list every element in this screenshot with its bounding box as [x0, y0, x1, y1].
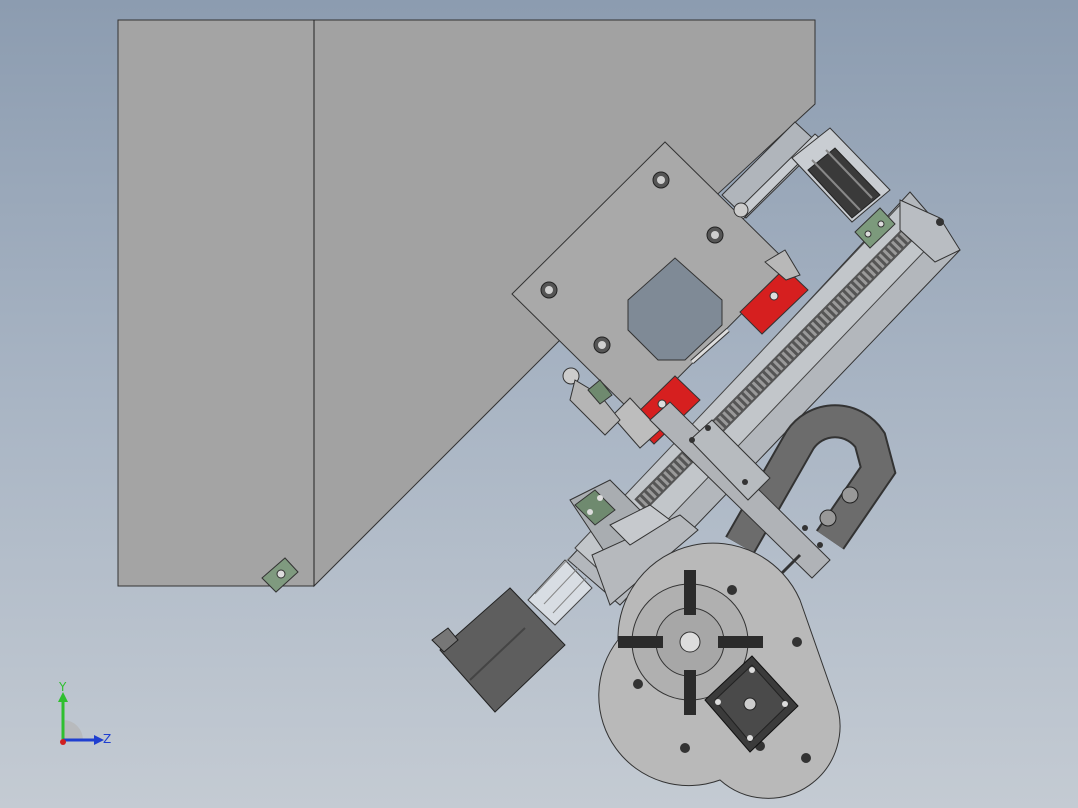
housing-clip-screw: [276, 569, 286, 579]
chuck-jaw: [618, 636, 663, 648]
cad-graphics-area[interactable]: Y Z: [0, 0, 1078, 808]
chuck-jaw: [684, 670, 696, 715]
triad-rotation-arc: [63, 720, 83, 740]
triad-x-axis: [60, 739, 66, 745]
triad-z-label: Z: [103, 732, 111, 746]
chuck-jaw: [684, 570, 696, 615]
chuck-jaw: [718, 636, 763, 648]
housing-left-face: [117, 19, 315, 587]
orientation-triad[interactable]: Y Z: [40, 680, 130, 760]
triad-y-label: Y: [58, 680, 67, 694]
chuck-center: [679, 631, 701, 653]
cad-model-view[interactable]: [0, 0, 1078, 808]
